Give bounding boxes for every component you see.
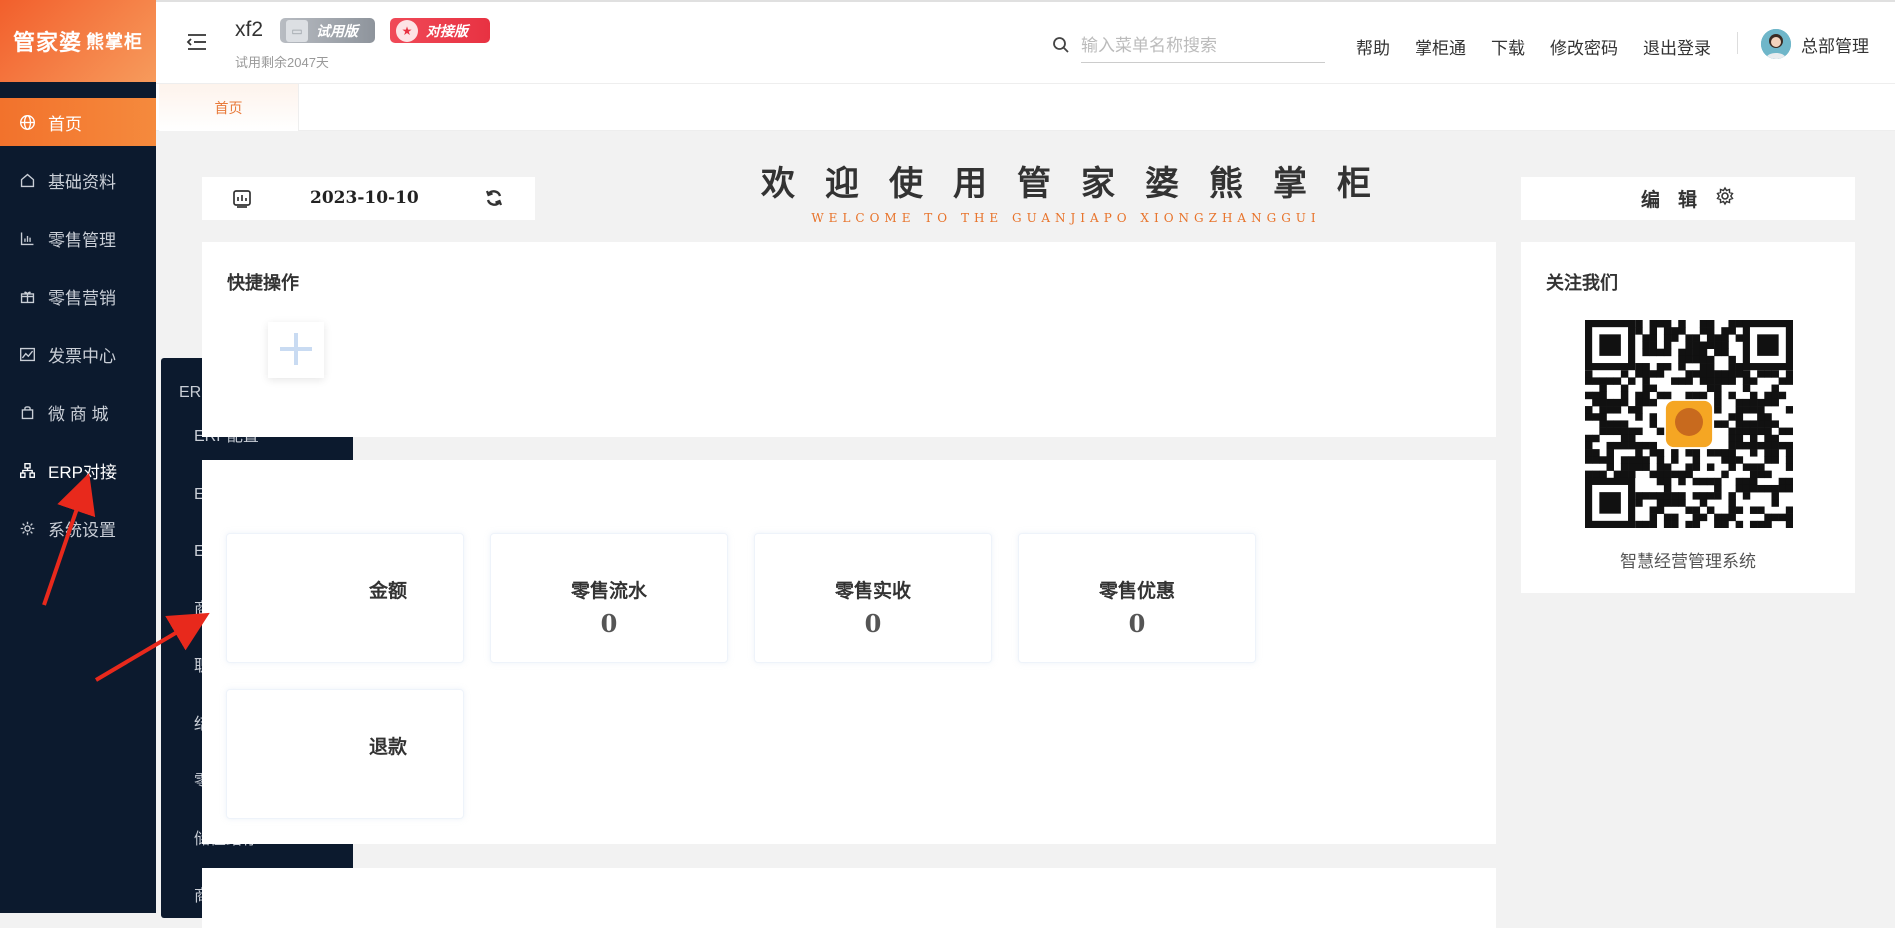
menu-toggle-icon[interactable] bbox=[186, 32, 208, 52]
edit-label: 编辑 bbox=[1640, 190, 1715, 211]
user-name: 总部管理 bbox=[1801, 36, 1869, 56]
logout-link[interactable]: 退出登录 bbox=[1643, 34, 1711, 59]
sidebar-item-basic-data[interactable]: 基础资料 bbox=[0, 156, 156, 204]
logo-text: 管家婆 bbox=[12, 30, 82, 56]
calendar-chart-icon[interactable] bbox=[232, 188, 252, 211]
user-menu[interactable]: 总部管理 bbox=[1761, 29, 1869, 59]
trial-badge: ▭ 试用版 bbox=[280, 18, 375, 43]
sidebar-item-label: 零售营销 bbox=[48, 288, 116, 308]
connect-badge: ★ 对接版 bbox=[390, 18, 490, 43]
tab-bar: 首页 bbox=[156, 84, 1895, 131]
bar-chart-icon bbox=[18, 229, 36, 247]
sidebar-item-label: 零售管理 bbox=[48, 230, 116, 250]
gear-icon bbox=[18, 519, 36, 537]
sidebar-item-label: 系统设置 bbox=[48, 520, 116, 540]
quick-actions-panel: 快捷操作 bbox=[202, 242, 1496, 437]
follow-us-title: 关注我们 bbox=[1546, 273, 1618, 293]
gear-icon bbox=[1715, 186, 1735, 212]
bag-icon bbox=[18, 403, 36, 421]
main-content: 2023-10-10 欢迎使用管家婆熊掌柜 WELCOME TO THE GUA… bbox=[156, 131, 1895, 928]
edit-button[interactable]: 编辑 bbox=[1521, 177, 1855, 220]
app-logo[interactable]: 管家婆 熊掌柜 bbox=[0, 0, 156, 82]
welcome-subtitle: WELCOME TO THE GUANJIAPO XIONGZHANGGUI bbox=[811, 211, 1321, 225]
sidebar-item-erp-integration[interactable]: ERP对接 bbox=[0, 446, 156, 494]
globe-icon bbox=[18, 113, 36, 131]
stat-card-retail-received: 零售实收 0 bbox=[754, 533, 992, 663]
home-icon bbox=[18, 171, 36, 189]
menu-search-input[interactable] bbox=[1081, 30, 1325, 63]
sidebar-item-system-settings[interactable]: 系统设置 bbox=[0, 504, 156, 552]
stat-label: 零售优惠 bbox=[1098, 581, 1175, 602]
sidebar-item-label: 基础资料 bbox=[48, 172, 116, 192]
avatar bbox=[1761, 29, 1791, 59]
stat-card-retail-flow: 零售流水 0 bbox=[490, 533, 728, 663]
qr-caption: 智慧经营管理系统 bbox=[1620, 552, 1756, 571]
date-card: 2023-10-10 bbox=[202, 177, 535, 220]
sidebar-item-retail-marketing[interactable]: 零售营销 bbox=[0, 272, 156, 320]
stat-label: 零售流水 bbox=[570, 581, 647, 602]
star-icon: ★ bbox=[396, 19, 418, 42]
trial-badge-label: 试用版 bbox=[316, 22, 358, 39]
top-bar: xf2 ▭ 试用版 ★ 对接版 试用剩余2047天 帮助 掌柜通 下载 修改密码 退… bbox=[156, 0, 1895, 84]
sidebar-item-label: 发票中心 bbox=[48, 346, 116, 366]
stat-label: 零售实收 bbox=[834, 581, 911, 602]
monitor-icon: ▭ bbox=[286, 19, 308, 42]
change-password-link[interactable]: 修改密码 bbox=[1550, 34, 1618, 59]
stat-value: 0 bbox=[600, 609, 618, 638]
plus-icon bbox=[274, 327, 318, 374]
sidebar: 管家婆 熊掌柜 首页 基础资料 零售管理 零售营销 发票中心 微 商 城 ERP… bbox=[0, 0, 156, 913]
stat-value: 0 bbox=[864, 609, 882, 638]
stat-card: 金额 bbox=[226, 533, 464, 663]
help-link[interactable]: 帮助 bbox=[1356, 34, 1390, 59]
line-chart-icon bbox=[18, 345, 36, 363]
sidebar-item-label: 首页 bbox=[48, 114, 82, 134]
welcome-banner: 欢迎使用管家婆熊掌柜 WELCOME TO THE GUANJIAPO XION… bbox=[716, 156, 1416, 225]
stats-panel: 金额 零售流水 0 零售实收 0 零售优惠 0 退款 bbox=[202, 460, 1496, 844]
add-shortcut-button[interactable] bbox=[268, 322, 324, 378]
sidebar-item-micro-mall[interactable]: 微 商 城 bbox=[0, 388, 156, 436]
welcome-title: 欢迎使用管家婆熊掌柜 bbox=[761, 164, 1401, 204]
qr-code-image bbox=[1585, 320, 1794, 529]
follow-us-panel: 关注我们 智慧经营管理系统 bbox=[1521, 242, 1855, 593]
sidebar-item-invoice-center[interactable]: 发票中心 bbox=[0, 330, 156, 378]
refresh-icon[interactable] bbox=[484, 188, 504, 211]
download-link[interactable]: 下载 bbox=[1491, 34, 1525, 59]
top-links: 帮助 掌柜通 下载 修改密码 退出登录 bbox=[1356, 34, 1736, 59]
logo-subtext: 熊掌柜 bbox=[86, 32, 143, 53]
trial-remaining-text: 试用剩余2047天 bbox=[235, 55, 329, 70]
sidebar-item-home[interactable]: 首页 bbox=[0, 98, 156, 146]
sidebar-item-label: 微 商 城 bbox=[48, 404, 109, 424]
zhanggui-tong-link[interactable]: 掌柜通 bbox=[1415, 34, 1466, 59]
sidebar-nav: 首页 基础资料 零售管理 零售营销 发票中心 微 商 城 ERP对接 系统设置 bbox=[0, 98, 156, 552]
tab-home[interactable]: 首页 bbox=[159, 84, 299, 131]
stat-value: 0 bbox=[1128, 609, 1146, 638]
quick-actions-title: 快捷操作 bbox=[227, 273, 299, 293]
bottom-panel bbox=[202, 868, 1496, 928]
sitemap-icon bbox=[18, 461, 36, 479]
search-icon[interactable] bbox=[1052, 36, 1070, 54]
stat-card-retail-discount: 零售优惠 0 bbox=[1018, 533, 1256, 663]
stat-card-refund: 退款 bbox=[226, 689, 464, 819]
sidebar-item-label: ERP对接 bbox=[48, 462, 117, 482]
app-name: xf2 bbox=[235, 18, 264, 41]
gift-icon bbox=[18, 287, 36, 305]
connect-badge-label: 对接版 bbox=[426, 22, 468, 39]
divider bbox=[1737, 32, 1738, 54]
current-date: 2023-10-10 bbox=[310, 188, 419, 208]
stat-label: 退款 bbox=[369, 737, 408, 758]
sidebar-item-retail-management[interactable]: 零售管理 bbox=[0, 214, 156, 262]
